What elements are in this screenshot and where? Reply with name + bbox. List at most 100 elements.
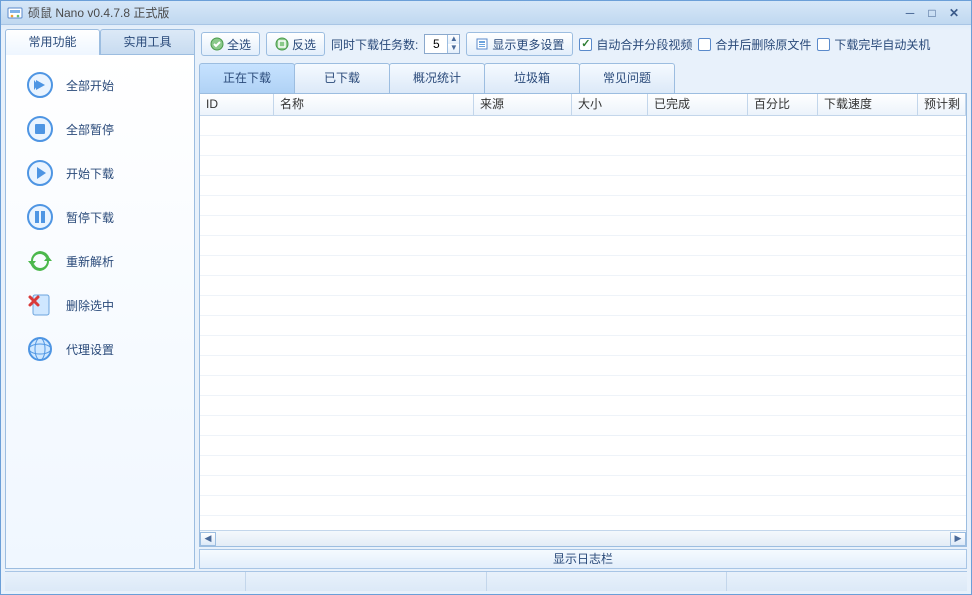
settings-icon bbox=[475, 37, 489, 51]
pause-icon bbox=[26, 203, 54, 231]
status-cell bbox=[727, 572, 967, 591]
table-row bbox=[200, 476, 966, 496]
col-eta[interactable]: 预计剩 bbox=[918, 94, 966, 115]
col-source[interactable]: 来源 bbox=[474, 94, 572, 115]
left-tab-tools[interactable]: 实用工具 bbox=[100, 29, 195, 55]
col-id[interactable]: ID bbox=[200, 94, 274, 115]
app-window: 硕鼠 Nano v0.4.7.8 正式版 ─ □ ✕ 常用功能 实用工具 全部开… bbox=[0, 0, 972, 595]
table-row bbox=[200, 396, 966, 416]
button-label: 全选 bbox=[227, 36, 251, 53]
statusbar bbox=[5, 571, 967, 591]
scroll-right-icon[interactable]: ▶ bbox=[950, 532, 966, 546]
show-more-settings-button[interactable]: 显示更多设置 bbox=[466, 32, 573, 56]
sidebar-item-label: 删除选中 bbox=[66, 297, 114, 314]
invert-select-button[interactable]: 反选 bbox=[266, 32, 325, 56]
concurrent-label: 同时下载任务数: bbox=[331, 36, 418, 53]
sidebar-item-label: 全部暂停 bbox=[66, 121, 114, 138]
left-panel: 常用功能 实用工具 全部开始 全部暂停 开始下载 暂停下载 bbox=[5, 29, 195, 569]
select-all-button[interactable]: 全选 bbox=[201, 32, 260, 56]
checkbox-label: 合并后删除原文件 bbox=[715, 36, 811, 53]
tab-trash[interactable]: 垃圾箱 bbox=[484, 63, 580, 93]
app-body: 常用功能 实用工具 全部开始 全部暂停 开始下载 暂停下载 bbox=[1, 25, 971, 569]
tab-faq[interactable]: 常见问题 bbox=[579, 63, 675, 93]
table-row bbox=[200, 256, 966, 276]
table-row bbox=[200, 156, 966, 176]
concurrent-input[interactable] bbox=[425, 37, 447, 51]
left-tab-common[interactable]: 常用功能 bbox=[5, 29, 100, 55]
sidebar-item-label: 全部开始 bbox=[66, 77, 114, 94]
left-tabs: 常用功能 实用工具 bbox=[5, 29, 195, 55]
table-row bbox=[200, 376, 966, 396]
window-title: 硕鼠 Nano v0.4.7.8 正式版 bbox=[28, 4, 899, 21]
log-toggle-bar[interactable]: 显示日志栏 bbox=[199, 549, 967, 569]
delete-icon bbox=[26, 291, 54, 319]
col-percent[interactable]: 百分比 bbox=[748, 94, 818, 115]
scroll-left-icon[interactable]: ◀ bbox=[200, 532, 216, 546]
col-name[interactable]: 名称 bbox=[274, 94, 474, 115]
col-speed[interactable]: 下载速度 bbox=[818, 94, 918, 115]
spin-buttons: ▲ ▼ bbox=[447, 35, 459, 53]
maximize-button[interactable]: □ bbox=[921, 5, 943, 21]
tab-stats[interactable]: 概况统计 bbox=[389, 63, 485, 93]
table-row bbox=[200, 176, 966, 196]
status-cell bbox=[5, 572, 246, 591]
tab-downloading[interactable]: 正在下载 bbox=[199, 63, 295, 93]
sidebar-item-label: 重新解析 bbox=[66, 253, 114, 270]
table-row bbox=[200, 216, 966, 236]
sidebar-item-start-download[interactable]: 开始下载 bbox=[6, 151, 194, 195]
table-row bbox=[200, 436, 966, 456]
col-size[interactable]: 大小 bbox=[572, 94, 648, 115]
sidebar-item-pause-download[interactable]: 暂停下载 bbox=[6, 195, 194, 239]
table-row bbox=[200, 196, 966, 216]
table-row bbox=[200, 336, 966, 356]
button-label: 显示更多设置 bbox=[492, 36, 564, 53]
sidebar-item-pause-all[interactable]: 全部暂停 bbox=[6, 107, 194, 151]
pause-all-icon bbox=[26, 115, 54, 143]
sidebar-item-label: 代理设置 bbox=[66, 341, 114, 358]
checkbox-delete-after-merge[interactable]: 合并后删除原文件 bbox=[698, 36, 811, 53]
check-plus-icon bbox=[210, 37, 224, 51]
sidebar-item-label: 暂停下载 bbox=[66, 209, 114, 226]
sidebar-item-reparse[interactable]: 重新解析 bbox=[6, 239, 194, 283]
start-all-icon bbox=[26, 71, 54, 99]
app-icon bbox=[7, 5, 23, 21]
status-cell bbox=[246, 572, 487, 591]
sidebar-item-start-all[interactable]: 全部开始 bbox=[6, 63, 194, 107]
close-button[interactable]: ✕ bbox=[943, 5, 965, 21]
toolbar: 全选 反选 同时下载任务数: ▲ ▼ 显示更多设置 bbox=[199, 29, 967, 59]
checkbox-icon bbox=[817, 38, 830, 51]
refresh-icon bbox=[26, 247, 54, 275]
table-row bbox=[200, 136, 966, 156]
titlebar[interactable]: 硕鼠 Nano v0.4.7.8 正式版 ─ □ ✕ bbox=[1, 1, 971, 25]
spin-down[interactable]: ▼ bbox=[447, 44, 459, 53]
table-row bbox=[200, 236, 966, 256]
col-done[interactable]: 已完成 bbox=[648, 94, 748, 115]
table-row bbox=[200, 496, 966, 516]
sidebar-item-proxy-settings[interactable]: 代理设置 bbox=[6, 327, 194, 371]
table-row bbox=[200, 416, 966, 436]
sidebar-item-delete-selected[interactable]: 删除选中 bbox=[6, 283, 194, 327]
tab-downloaded[interactable]: 已下载 bbox=[294, 63, 390, 93]
minimize-button[interactable]: ─ bbox=[899, 5, 921, 21]
content-tabs: 正在下载 已下载 概况统计 垃圾箱 常见问题 bbox=[199, 63, 967, 93]
checkbox-shutdown[interactable]: 下载完毕自动关机 bbox=[817, 36, 930, 53]
play-icon bbox=[26, 159, 54, 187]
table-row bbox=[200, 296, 966, 316]
table-row bbox=[200, 316, 966, 336]
grid-body[interactable] bbox=[200, 116, 966, 530]
checkbox-label: 自动合并分段视频 bbox=[596, 36, 692, 53]
checkbox-icon bbox=[698, 38, 711, 51]
horizontal-scrollbar[interactable]: ◀ ▶ bbox=[200, 530, 966, 546]
download-grid: ID 名称 来源 大小 已完成 百分比 下载速度 预计剩 bbox=[199, 93, 967, 547]
concurrent-spinner[interactable]: ▲ ▼ bbox=[424, 34, 460, 54]
button-label: 反选 bbox=[292, 36, 316, 53]
invert-icon bbox=[275, 37, 289, 51]
grid-header: ID 名称 来源 大小 已完成 百分比 下载速度 预计剩 bbox=[200, 94, 966, 116]
checkbox-label: 下载完毕自动关机 bbox=[834, 36, 930, 53]
right-panel: 全选 反选 同时下载任务数: ▲ ▼ 显示更多设置 bbox=[199, 29, 967, 569]
left-content: 全部开始 全部暂停 开始下载 暂停下载 重新解析 bbox=[5, 54, 195, 569]
status-cell bbox=[487, 572, 728, 591]
table-row bbox=[200, 276, 966, 296]
globe-icon bbox=[26, 335, 54, 363]
checkbox-auto-merge[interactable]: 自动合并分段视频 bbox=[579, 36, 692, 53]
